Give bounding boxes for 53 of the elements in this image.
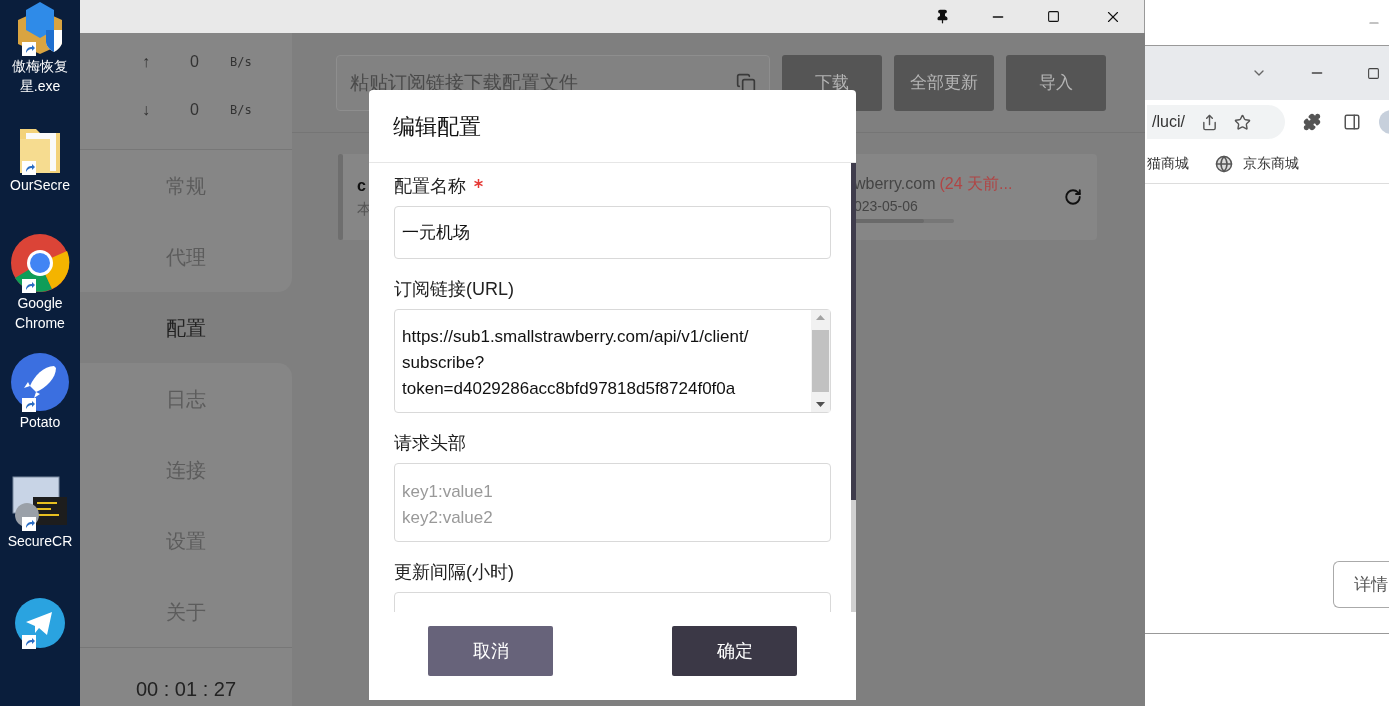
toolbar-button[interactable]: 导入 bbox=[1006, 55, 1106, 111]
speed-value: 0 bbox=[190, 100, 200, 120]
speed-arrow: ↓ bbox=[141, 100, 151, 120]
desktop-icon-label[interactable]: OurSecre bbox=[10, 174, 70, 195]
speed-value: 0 bbox=[190, 52, 200, 72]
text-area-field[interactable]: https://sub1.smallstrawberry.com/api/v1/client/ subscribe? token=d4029286acc8bfd97818d5f8724f0f0a bbox=[394, 309, 831, 413]
field-label: 请求头部 bbox=[394, 432, 466, 455]
desktop-icon-label[interactable]: SecureCR bbox=[7, 530, 73, 551]
desktop-icon-label[interactable]: 星.exe bbox=[19, 76, 61, 96]
elapsed-timer: 00 : 01 : 27 bbox=[135, 677, 237, 702]
bookmark-link[interactable]: 猫商城 bbox=[1147, 153, 1189, 174]
update-age: (24 天前... bbox=[939, 173, 1013, 194]
details-button[interactable]: 详情 bbox=[1333, 561, 1389, 608]
profile-date: 023-05-06 bbox=[854, 196, 919, 216]
share-icon[interactable] bbox=[1200, 113, 1218, 131]
scrollbar-thumb[interactable] bbox=[851, 163, 856, 500]
globe-icon bbox=[1215, 154, 1233, 173]
desktop-icon-label[interactable]: Google bbox=[17, 293, 63, 314]
speed-unit: B/s bbox=[230, 54, 252, 71]
dialog-title: 编辑配置 bbox=[393, 112, 481, 141]
profile-name: c bbox=[357, 175, 366, 196]
rocket-icon[interactable] bbox=[10, 352, 70, 412]
dialog-button[interactable]: 确定 bbox=[672, 626, 797, 676]
toolbar-button[interactable]: 全部更新 bbox=[894, 55, 994, 111]
field-label: 订阅链接(URL) bbox=[394, 278, 514, 301]
speed-unit: B/s bbox=[230, 102, 252, 119]
scroll-down-icon[interactable] bbox=[816, 402, 825, 407]
copy-icon[interactable] bbox=[736, 73, 756, 93]
profile-url: wberry.com bbox=[854, 173, 936, 194]
speed-arrow: ↑ bbox=[141, 52, 151, 72]
desktop-icon-label[interactable]: 傲梅恢复 bbox=[12, 56, 68, 76]
scrollbar-thumb[interactable] bbox=[812, 330, 829, 392]
round-logo-icon[interactable] bbox=[10, 233, 70, 294]
field-label: 配置名称 bbox=[394, 173, 483, 200]
dialog-scrollbar[interactable] bbox=[851, 163, 856, 612]
address-text: /luci/ bbox=[1152, 112, 1185, 132]
bookmark-link[interactable]: 京东商城 bbox=[1243, 153, 1299, 174]
text-input-field[interactable]: 一元机场 bbox=[394, 206, 831, 259]
required-asterisk-icon bbox=[474, 179, 483, 188]
desktop-icon-label[interactable]: Potato bbox=[19, 412, 61, 432]
paper-plane-icon[interactable] bbox=[14, 597, 66, 650]
field-label: 更新间隔(小时) bbox=[394, 561, 514, 584]
star-icon[interactable] bbox=[1233, 113, 1251, 131]
maximize-icon[interactable] bbox=[1367, 66, 1380, 80]
scrollbar[interactable] bbox=[811, 310, 830, 412]
side-panel-icon[interactable] bbox=[1343, 113, 1361, 131]
dialog-button[interactable]: 取消 bbox=[428, 626, 553, 676]
desktop-icon-label[interactable]: Chrome bbox=[15, 313, 65, 334]
maximize-icon[interactable] bbox=[1047, 10, 1060, 23]
address-bar[interactable]: /luci/ bbox=[1147, 105, 1285, 139]
pin-icon[interactable] bbox=[935, 9, 950, 24]
puzzle-icon[interactable] bbox=[1303, 113, 1321, 131]
refresh-icon[interactable] bbox=[1064, 188, 1082, 206]
